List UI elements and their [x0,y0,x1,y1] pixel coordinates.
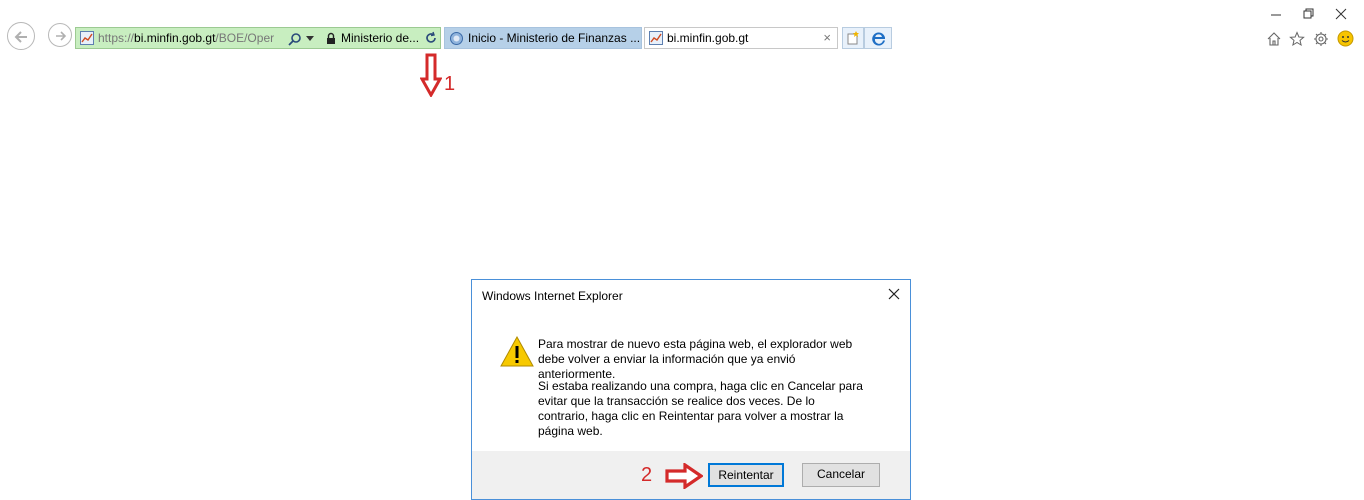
retry-button[interactable]: Reintentar [708,463,784,487]
close-icon[interactable] [886,286,902,302]
edge-icon [872,32,885,46]
arrow-right-icon [665,463,703,489]
open-edge-button[interactable] [864,27,892,49]
warning-icon [500,336,534,367]
home-icon[interactable] [1266,31,1282,47]
minimize-icon[interactable] [1268,6,1284,22]
back-icon [14,31,27,43]
back-button[interactable] [7,22,35,50]
close-window-icon[interactable] [1333,6,1349,22]
tab-bi-minfin[interactable]: bi.minfin.gob.gt × [644,27,838,49]
dialog-message-1: Para mostrar de nuevo esta página web, e… [538,337,853,381]
search-icon[interactable] [288,32,302,46]
tab-inicio[interactable]: Inicio - Ministerio de Finanzas ... [444,27,642,49]
lock-icon[interactable] [326,32,336,45]
site-favicon [649,31,663,45]
dropdown-icon[interactable] [306,36,314,42]
url-host: bi.minfin.gob.gt [134,31,216,45]
refresh-icon[interactable] [424,31,438,45]
favorites-star-icon[interactable] [1289,31,1305,47]
address-bar[interactable]: https://bi.minfin.gob.gt/BOE/Oper Minist… [75,27,441,49]
restore-icon[interactable] [1300,6,1316,22]
forward-button[interactable] [48,23,72,47]
dialog-title: Windows Internet Explorer [482,289,623,303]
url-prefix: https:// [98,31,135,45]
site-favicon [80,31,94,45]
tab-title: bi.minfin.gob.gt [667,31,749,45]
close-tab-button[interactable]: × [823,30,831,45]
url-path: /BOE/Oper [215,31,275,45]
ie-favicon [450,32,463,45]
arrow-down-icon [420,53,442,97]
annotation-step-1: 1 [444,73,456,95]
site-name: Ministerio de... [341,31,420,45]
tab-title: Inicio - Ministerio de Finanzas ... [468,31,641,45]
smiley-feedback-icon[interactable] [1337,30,1354,47]
settings-gear-icon[interactable] [1313,31,1329,47]
new-tab-icon [847,31,859,45]
new-tab-button[interactable] [842,27,864,49]
dialog-message-2: Si estaba realizando una compra, haga cl… [538,379,863,438]
forward-icon [56,31,67,41]
annotation-step-2: 2 [641,464,653,486]
url-text[interactable]: https://bi.minfin.gob.gt/BOE/Oper [98,31,282,45]
cancel-button[interactable]: Cancelar [802,463,880,487]
